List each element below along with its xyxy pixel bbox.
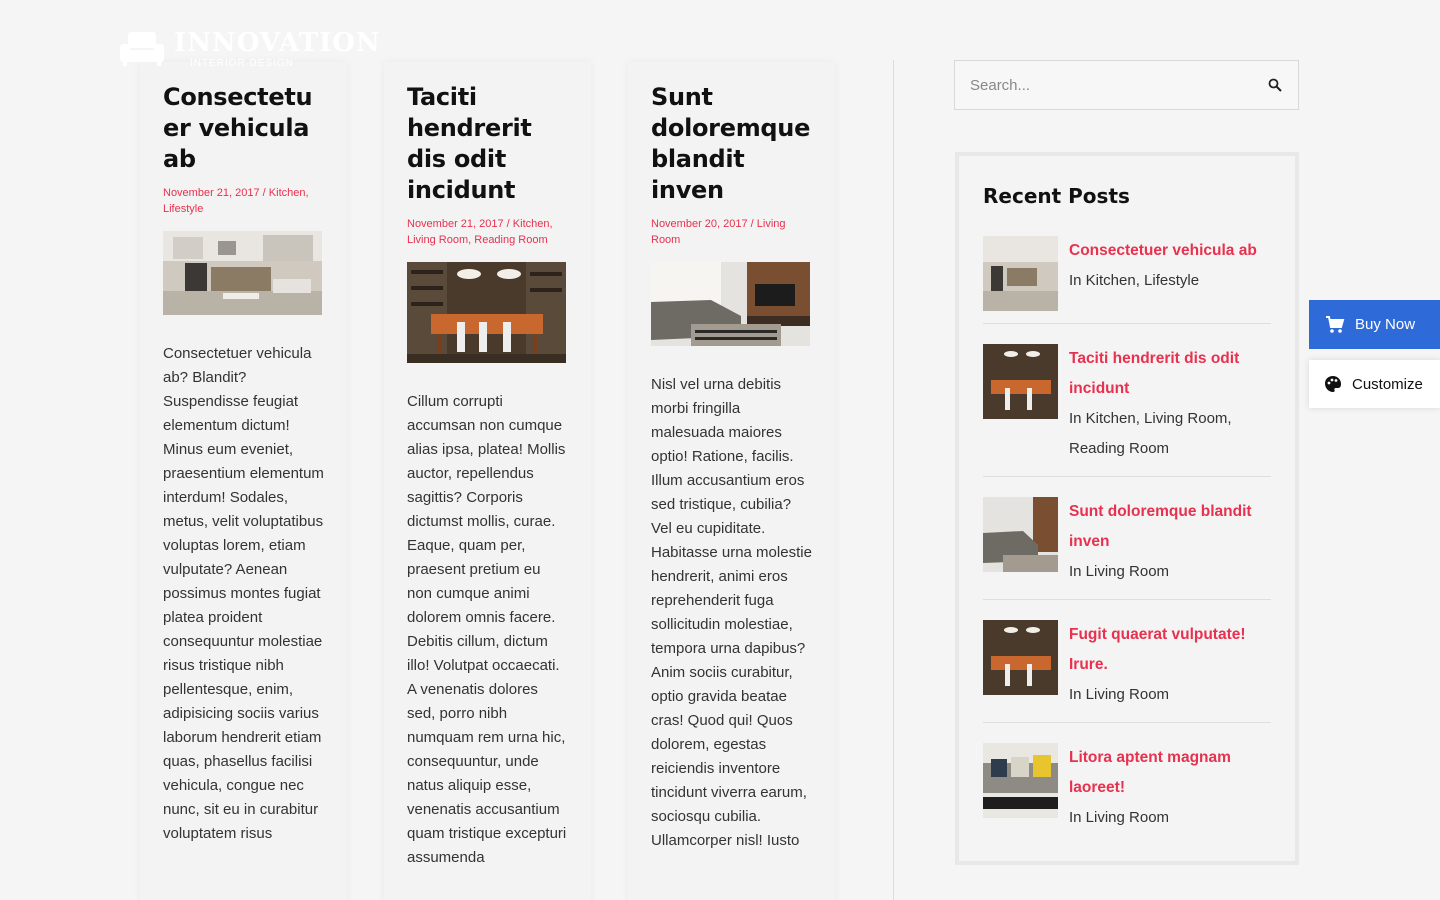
recent-post-category: In Kitchen, Living Room, Reading Room <box>1069 410 1232 457</box>
post-excerpt: Cillum corrupti accumsan non cumque alia… <box>407 393 567 866</box>
search-icon[interactable] <box>1268 78 1282 92</box>
widget-title: Recent Posts <box>983 184 1130 208</box>
site-logo[interactable]: INNOVATION INTERIOR DESIGN <box>118 28 380 72</box>
search-input[interactable] <box>955 61 1245 109</box>
post-thumbnail[interactable] <box>163 231 322 320</box>
post-card: Consectetuer vehicula ab November 21, 20… <box>140 62 347 900</box>
recent-post-link[interactable]: Consectetuer vehicula ab <box>1069 236 1257 266</box>
post-meta[interactable]: November 21, 2017 / Kitchen, Lifestyle <box>163 185 324 217</box>
customize-button[interactable]: Customize <box>1309 360 1440 408</box>
palette-icon <box>1325 376 1341 392</box>
search-form <box>954 60 1299 110</box>
recent-post-thumbnail[interactable] <box>983 497 1058 572</box>
customize-label: Customize <box>1352 375 1423 393</box>
sidebar-divider <box>893 60 894 900</box>
recent-post-item: Litora aptent magnam laoreet! In Living … <box>983 743 1271 845</box>
post-excerpt: Nisl vel urna debitis morbi fringilla ma… <box>651 376 812 849</box>
recent-post-link[interactable]: Sunt doloremque blandit inven <box>1069 497 1271 557</box>
recent-post-category: In Living Room <box>1069 809 1170 826</box>
recent-post-category: In Living Room <box>1069 563 1170 580</box>
recent-posts-widget: Recent Posts Consectetuer vehicula ab In… <box>955 152 1299 865</box>
buy-now-button[interactable]: Buy Now <box>1309 300 1440 349</box>
recent-post-thumbnail[interactable] <box>983 620 1058 695</box>
post-meta[interactable]: November 20, 2017 / Living Room <box>651 216 812 248</box>
recent-post-link[interactable]: Taciti hendrerit dis odit incidunt <box>1069 344 1271 404</box>
recent-post-category: In Kitchen, Lifestyle <box>1069 272 1200 289</box>
recent-post-category: In Living Room <box>1069 686 1170 703</box>
post-meta[interactable]: November 21, 2017 / Kitchen, Living Room… <box>407 216 568 248</box>
cart-icon <box>1326 315 1345 333</box>
post-card: Sunt doloremque blandit inven November 2… <box>628 62 835 900</box>
post-title[interactable]: Consectetuer vehicula ab <box>163 82 324 175</box>
post-excerpt: Consectetuer vehicula ab? Blandit? Suspe… <box>163 345 324 842</box>
logo-name: INNOVATION <box>174 28 381 58</box>
post-card: Taciti hendrerit dis odit incidunt Novem… <box>384 62 591 900</box>
buy-now-label: Buy Now <box>1355 316 1416 333</box>
recent-post-link[interactable]: Fugit quaerat vulputate! Irure. <box>1069 620 1271 680</box>
post-thumbnail[interactable] <box>651 262 810 351</box>
post-title[interactable]: Sunt doloremque blandit inven <box>651 82 812 206</box>
sofa-icon <box>120 32 164 66</box>
recent-post-link[interactable]: Litora aptent magnam laoreet! <box>1069 743 1271 803</box>
post-thumbnail[interactable] <box>407 262 566 368</box>
recent-post-item: Sunt doloremque blandit inven In Living … <box>983 497 1271 600</box>
recent-post-thumbnail[interactable] <box>983 743 1058 818</box>
logo-tagline: INTERIOR DESIGN <box>190 58 294 69</box>
post-title[interactable]: Taciti hendrerit dis odit incidunt <box>407 82 568 206</box>
recent-post-item: Taciti hendrerit dis odit incidunt In Ki… <box>983 344 1271 477</box>
recent-post-thumbnail[interactable] <box>983 236 1058 311</box>
recent-post-thumbnail[interactable] <box>983 344 1058 419</box>
recent-post-item: Consectetuer vehicula ab In Kitchen, Lif… <box>983 236 1271 324</box>
recent-post-item: Fugit quaerat vulputate! Irure. In Livin… <box>983 620 1271 723</box>
